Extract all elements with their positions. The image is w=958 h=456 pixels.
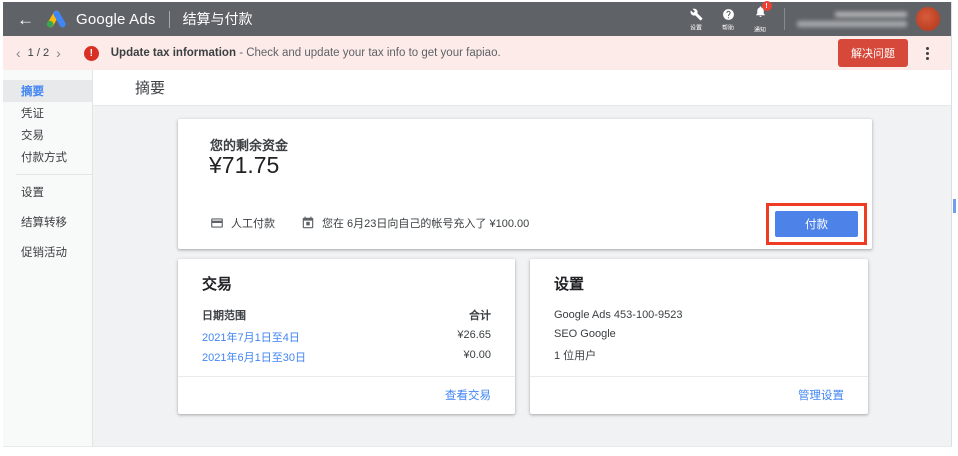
app-body: 摘要 凭证 交易 付款方式 设置 结算转移 促销活动 摘要 您的剩余资金 ¥71… <box>3 70 951 446</box>
brand-name: Google Ads <box>76 10 156 28</box>
wrench-icon <box>690 8 702 20</box>
date-range-link[interactable]: 2021年7月1日至4日 <box>202 329 300 345</box>
users-link[interactable]: 1 位用户 <box>554 347 596 363</box>
help-tool-label: 帮助 <box>722 24 734 31</box>
alert-description: - Check and update your tax info to get … <box>239 47 501 59</box>
header-actions: 设置 帮助 ! 通知 <box>680 1 943 35</box>
sidebar-item-summary[interactable]: 摘要 <box>3 80 92 102</box>
table-row: 2021年6月1日至30日 ¥0.00 <box>202 349 491 365</box>
sidebar-item-settings[interactable]: 设置 <box>3 181 92 203</box>
annotation-highlight-box: 付款 <box>766 203 867 245</box>
alert-message: Update tax information - Check and updat… <box>111 47 501 59</box>
total-value: ¥26.65 <box>457 329 491 341</box>
manage-settings-link[interactable]: 管理设置 <box>798 387 844 403</box>
sidebar-item-promotions[interactable]: 促销活动 <box>3 241 92 263</box>
section-title: 结算与付款 <box>182 11 253 27</box>
account-info-redacted <box>797 11 907 27</box>
account-divider <box>784 8 785 30</box>
settings-card: 设置 Google Ads 453-100-9523 SEO Google 1 … <box>530 259 868 414</box>
balance-card-footer: 人工付款 您在 6月23日向自己的帐号充入了 ¥100.00 <box>210 215 529 231</box>
alert-actions: 解决问题 <box>838 39 943 67</box>
account-name: SEO Google <box>554 328 616 340</box>
account-email-redacted <box>797 20 907 27</box>
pay-button[interactable]: 付款 <box>775 211 858 237</box>
resolve-issue-button[interactable]: 解决问题 <box>838 39 908 67</box>
notifications-tool-button[interactable]: ! 通知 <box>753 1 772 35</box>
account-id-redacted <box>835 11 907 17</box>
view-transactions-link[interactable]: 查看交易 <box>445 387 491 403</box>
sidebar: 摘要 凭证 交易 付款方式 设置 结算转移 促销活动 <box>3 70 93 446</box>
main-area: 摘要 您的剩余资金 ¥71.75 人工付款 您在 6月23日向自己的帐号充入了 … <box>93 70 951 446</box>
top-app-bar: ← Google Ads 结算与付款 设置 帮助 ! 通知 <box>3 1 951 36</box>
alert-pager: 1 / 2 <box>27 47 50 59</box>
chevron-right-icon[interactable]: › <box>51 46 66 60</box>
google-ads-logo-icon <box>46 10 67 28</box>
sidebar-item-transactions[interactable]: 交易 <box>3 124 92 146</box>
settings-tool-label: 设置 <box>690 24 702 31</box>
chevron-left-icon[interactable]: ‹ <box>11 46 26 60</box>
table-row: 2021年7月1日至4日 ¥26.65 <box>202 329 491 345</box>
notifications-tool-label: 通知 <box>754 27 766 34</box>
header-divider <box>168 10 170 28</box>
sidebar-item-billing-transfers[interactable]: 结算转移 <box>3 211 92 233</box>
sidebar-item-documents[interactable]: 凭证 <box>3 102 92 124</box>
col-total: 合计 <box>469 310 491 322</box>
app-window: ← Google Ads 结算与付款 设置 帮助 ! 通知 ‹ 1 / 2 › … <box>3 1 952 447</box>
col-date-range: 日期范围 <box>202 310 246 322</box>
balance-card: 您的剩余资金 ¥71.75 人工付款 您在 6月23日向自己的帐号充入了 ¥10… <box>178 119 872 249</box>
help-tool-button[interactable]: 帮助 <box>721 8 735 33</box>
avatar[interactable] <box>916 7 940 31</box>
page-title: 摘要 <box>93 70 951 106</box>
transactions-header-row: 日期范围 合计 <box>202 307 491 323</box>
help-icon <box>722 8 734 20</box>
calendar-icon <box>302 216 314 229</box>
content-area: 您的剩余资金 ¥71.75 人工付款 您在 6月23日向自己的帐号充入了 ¥10… <box>93 106 951 446</box>
sidebar-item-payment-methods[interactable]: 付款方式 <box>3 146 92 168</box>
alert-banner: ‹ 1 / 2 › ! Update tax information - Che… <box>3 36 951 70</box>
date-range-link[interactable]: 2021年6月1日至30日 <box>202 349 306 365</box>
payment-card-icon <box>211 218 223 228</box>
last-payment-note: 您在 6月23日向自己的帐号充入了 ¥100.00 <box>322 218 530 230</box>
settings-tool-button[interactable]: 设置 <box>689 8 703 33</box>
settings-card-footer: 管理设置 <box>554 376 844 414</box>
back-arrow-icon[interactable]: ← <box>17 11 34 28</box>
settings-card-title: 设置 <box>554 276 585 293</box>
sidebar-divider <box>16 174 92 175</box>
alert-exclamation-icon: ! <box>83 45 99 61</box>
total-value: ¥0.00 <box>463 349 491 361</box>
balance-amount: ¥71.75 <box>209 152 280 178</box>
transactions-card-title: 交易 <box>202 276 233 293</box>
notification-badge: ! <box>761 1 772 11</box>
alert-title: Update tax information <box>110 47 236 59</box>
transactions-card: 交易 日期范围 合计 2021年7月1日至4日 ¥26.65 2021年6月1日… <box>178 259 515 414</box>
account-id: Google Ads 453-100-9523 <box>554 309 683 321</box>
kebab-menu-icon[interactable] <box>920 43 935 64</box>
scrollbar-thumb[interactable] <box>953 199 956 213</box>
payment-mode-label: 人工付款 <box>231 218 275 230</box>
transactions-card-footer: 查看交易 <box>202 376 491 414</box>
